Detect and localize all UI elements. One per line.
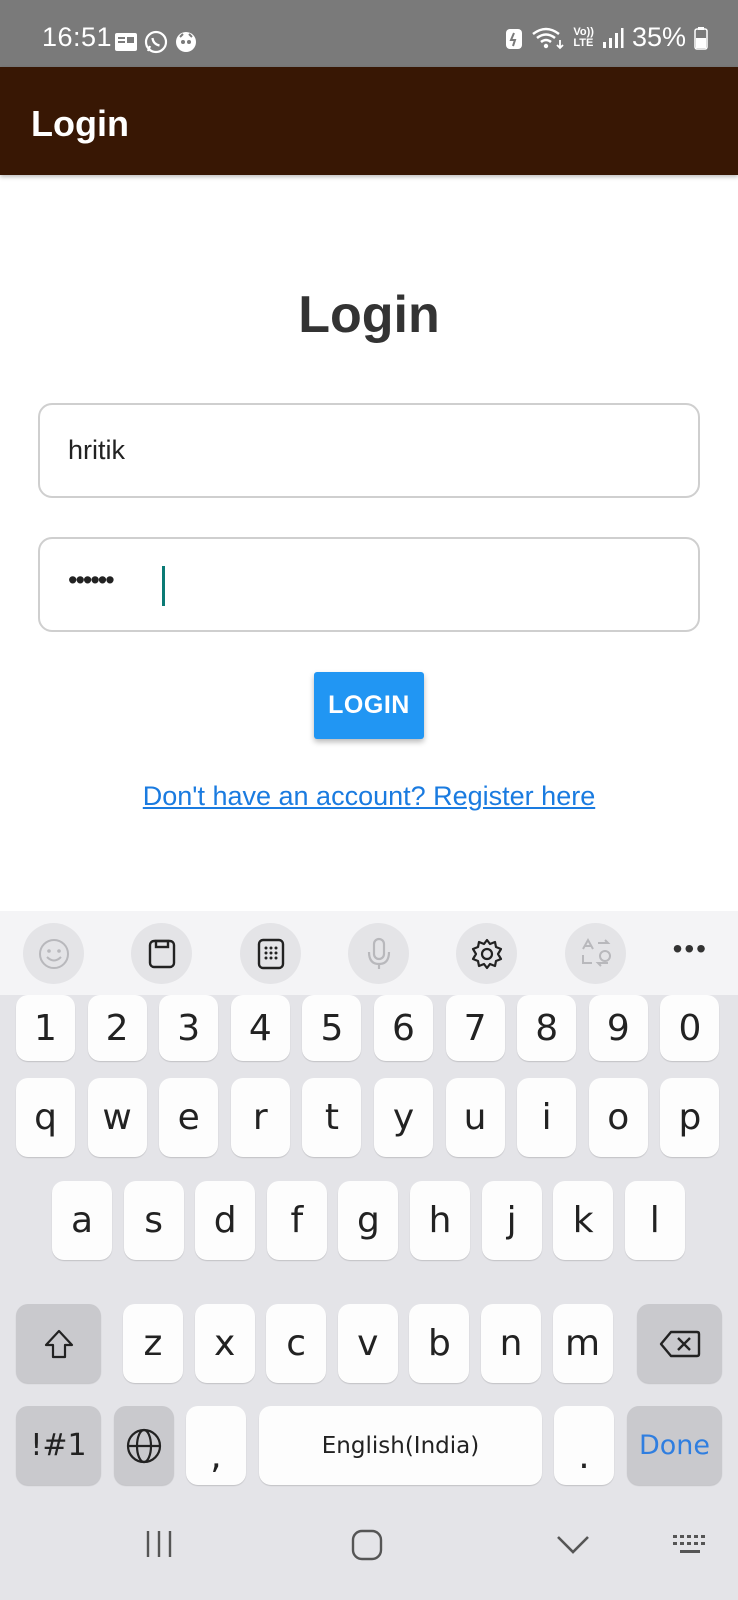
number-key-7[interactable]: 7 [445,995,505,1061]
letter-key-z[interactable]: z [123,1304,183,1383]
letter-key-c[interactable]: c [266,1304,327,1383]
password-input[interactable]: •••••• [38,537,700,632]
battery-percentage: 35% [631,22,686,52]
letter-key-q[interactable]: q [16,1078,75,1157]
more-icon[interactable]: ••• [673,933,708,965]
backspace-key[interactable] [637,1304,722,1383]
number-key-8[interactable]: 8 [517,995,577,1061]
translate-icon[interactable] [565,923,626,984]
navigation-bar [0,1510,738,1600]
letter-key-t[interactable]: t [302,1078,362,1157]
volte-label-bottom: LTE [573,36,594,49]
login-button[interactable]: LOGIN [314,672,424,739]
period-key[interactable]: . [554,1406,614,1485]
username-input[interactable]: hritik [38,403,700,498]
settings-icon[interactable] [456,923,517,984]
number-key-5[interactable]: 5 [302,995,362,1061]
letter-key-w[interactable]: w [87,1078,147,1157]
app-notification-icon [176,32,196,52]
letter-key-j[interactable]: j [481,1181,542,1260]
volte-icon: Vo)) LTE [573,25,594,49]
letter-key-l[interactable]: l [624,1181,685,1260]
comma-key[interactable]: , [186,1406,246,1485]
app-bar-title: Login [31,103,129,144]
status-time: 16:51 [42,22,113,52]
letter-key-x[interactable]: x [194,1304,255,1383]
letter-key-h[interactable]: h [410,1181,470,1260]
letter-key-i[interactable]: i [517,1078,577,1157]
letter-key-m[interactable]: m [552,1304,613,1383]
signal-icon [602,27,624,48]
done-key[interactable]: Done [627,1406,722,1485]
keyboard-switch-icon[interactable] [671,1532,709,1558]
space-key[interactable]: English(India) [259,1406,542,1485]
letter-key-g[interactable]: g [338,1181,399,1260]
battery-icon [694,26,708,50]
register-link[interactable]: Don't have an account? Register here [0,781,738,812]
wifi-icon [532,27,565,49]
number-key-9[interactable]: 9 [588,995,648,1061]
letter-key-k[interactable]: k [553,1181,614,1260]
microphone-icon[interactable] [348,923,409,984]
letter-key-v[interactable]: v [337,1304,398,1383]
keypad-icon[interactable] [240,923,301,984]
username-value: hritik [68,435,126,465]
number-key-4[interactable]: 4 [230,995,290,1061]
letter-key-f[interactable]: f [266,1181,327,1260]
number-key-2[interactable]: 2 [87,995,147,1061]
letter-key-b[interactable]: b [409,1304,470,1383]
battery-saver-icon [506,28,523,49]
number-key-1[interactable]: 1 [16,995,75,1061]
language-key[interactable] [114,1406,174,1485]
letter-key-e[interactable]: e [159,1078,219,1157]
letter-key-y[interactable]: y [374,1078,433,1157]
globe-icon [126,1428,162,1463]
status-bar: 16:51 Vo)) LTE 35% [0,0,738,67]
letter-key-n[interactable]: n [481,1304,541,1383]
clipboard-icon[interactable] [131,923,192,984]
recent-apps-icon[interactable] [143,1528,175,1560]
page-title: Login [298,286,440,344]
app-bar: Login [0,67,738,175]
emoji-icon[interactable] [23,923,84,984]
letter-key-p[interactable]: p [660,1078,720,1157]
number-key-6[interactable]: 6 [374,995,433,1061]
whatsapp-icon [144,30,168,54]
letter-key-u[interactable]: u [445,1078,505,1157]
letter-key-a[interactable]: a [52,1181,112,1260]
keyboard-toolbar: ••• [0,911,738,995]
shift-key[interactable] [16,1304,101,1383]
letter-key-o[interactable]: o [588,1078,648,1157]
text-cursor [162,566,165,606]
hide-keyboard-icon[interactable] [555,1534,591,1556]
home-icon[interactable] [350,1528,384,1562]
letter-key-d[interactable]: d [195,1181,256,1260]
letter-key-r[interactable]: r [230,1078,290,1157]
letter-key-s[interactable]: s [123,1181,184,1260]
number-key-0[interactable]: 0 [660,995,720,1061]
message-icon [115,33,137,51]
number-key-3[interactable]: 3 [159,995,219,1061]
password-value: •••••• [68,565,115,595]
symbols-key[interactable]: !#1 [16,1406,101,1485]
volte-label-top: Vo)) [573,25,594,38]
